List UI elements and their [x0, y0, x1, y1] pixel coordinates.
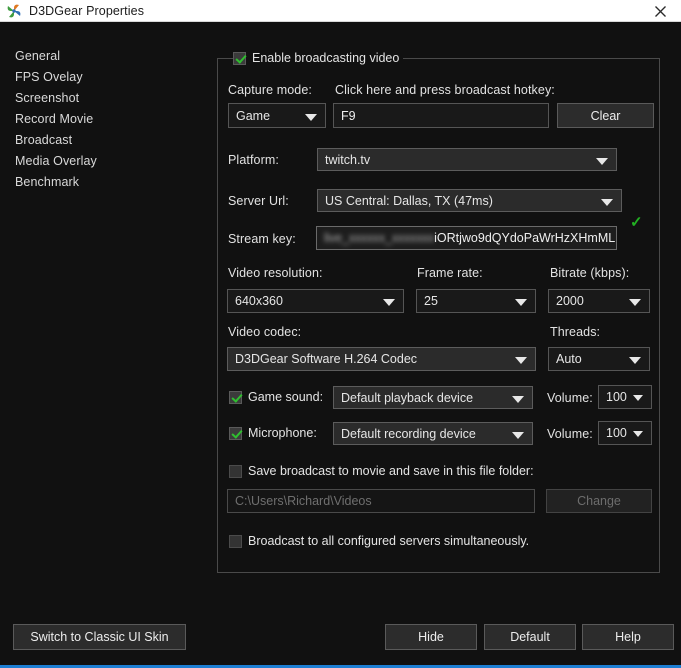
- switch-classic-ui-button[interactable]: Switch to Classic UI Skin: [13, 624, 186, 650]
- platform-value: twitch.tv: [325, 152, 371, 167]
- chevron-down-icon: [515, 357, 527, 364]
- video-codec-label: Video codec:: [228, 325, 302, 339]
- sidebar-item-record-movie[interactable]: Record Movie: [15, 112, 93, 126]
- server-url-select[interactable]: US Central: Dallas, TX (47ms): [317, 189, 622, 212]
- game-sound-checkbox[interactable]: [229, 390, 242, 404]
- video-codec-select[interactable]: D3DGear Software H.264 Codec: [227, 347, 536, 371]
- change-folder-label: Change: [577, 494, 621, 508]
- save-broadcast-checkbox[interactable]: [229, 464, 242, 478]
- video-resolution-select[interactable]: 640x360: [227, 289, 404, 313]
- hide-button-label: Hide: [418, 630, 444, 644]
- server-url-value: US Central: Dallas, TX (47ms): [325, 193, 493, 208]
- chevron-down-icon: [601, 198, 613, 206]
- game-sound-device-value: Default playback device: [341, 390, 474, 405]
- microphone-device-select[interactable]: Default recording device: [333, 422, 533, 445]
- default-button[interactable]: Default: [484, 624, 576, 650]
- game-sound-volume-label: Volume:: [547, 391, 593, 405]
- save-path-value: C:\Users\Richard\Videos: [235, 494, 372, 508]
- frame-rate-label: Frame rate:: [417, 266, 483, 280]
- threads-label: Threads:: [550, 325, 601, 339]
- broadcast-all-label: Broadcast to all configured servers simu…: [248, 534, 530, 548]
- bitrate-value: 2000: [556, 294, 584, 308]
- change-folder-button[interactable]: Change: [546, 489, 652, 513]
- microphone-label: Microphone:: [248, 426, 317, 440]
- pinwheel-icon: [6, 3, 22, 19]
- hotkey-input[interactable]: F9: [333, 103, 549, 128]
- microphone-volume-select[interactable]: 100: [598, 421, 652, 445]
- game-sound-volume-value: 100: [606, 390, 627, 404]
- hotkey-label: Click here and press broadcast hotkey:: [335, 83, 555, 97]
- microphone-device-value: Default recording device: [341, 426, 476, 441]
- sidebar: General FPS Ovelay Screenshot Record Mov…: [0, 22, 205, 605]
- sidebar-item-screenshot[interactable]: Screenshot: [15, 91, 79, 105]
- stream-key-visible: iORtjwo9dQYdoPaWrHzXHmMLI: [434, 231, 617, 245]
- sidebar-item-benchmark[interactable]: Benchmark: [15, 175, 79, 189]
- chevron-down-icon: [515, 299, 527, 306]
- close-icon[interactable]: [639, 0, 681, 22]
- save-broadcast-label: Save broadcast to movie and save in this…: [248, 464, 534, 478]
- hide-button[interactable]: Hide: [385, 624, 477, 650]
- chevron-down-icon: [305, 113, 317, 121]
- capture-mode-select[interactable]: Game: [228, 103, 326, 128]
- chevron-down-icon: [629, 357, 641, 364]
- game-sound-device-select[interactable]: Default playback device: [333, 386, 533, 409]
- clear-button[interactable]: Clear: [557, 103, 654, 128]
- capture-mode-label: Capture mode:: [228, 83, 312, 97]
- broadcast-all-checkbox-row[interactable]: Broadcast to all configured servers simu…: [229, 534, 529, 548]
- capture-mode-value: Game: [236, 108, 271, 123]
- threads-value: Auto: [556, 352, 582, 366]
- chevron-down-icon: [633, 431, 643, 437]
- microphone-checkbox-row[interactable]: Microphone:: [229, 426, 317, 440]
- game-sound-checkbox-row[interactable]: Game sound:: [229, 390, 323, 404]
- platform-select[interactable]: twitch.tv: [317, 148, 617, 171]
- enable-broadcasting-legend[interactable]: Enable broadcasting video: [233, 50, 404, 66]
- threads-select[interactable]: Auto: [548, 347, 650, 371]
- chevron-down-icon: [383, 299, 395, 306]
- window-title: D3DGear Properties: [29, 3, 145, 18]
- help-button[interactable]: Help: [582, 624, 674, 650]
- chevron-down-icon: [633, 395, 643, 401]
- game-sound-label: Game sound:: [248, 390, 324, 404]
- microphone-checkbox[interactable]: [229, 426, 242, 440]
- video-resolution-label: Video resolution:: [228, 266, 323, 280]
- d3dgear-properties-window: D3DGear Properties General FPS Ovelay Sc…: [0, 0, 681, 668]
- enable-broadcasting-label: Enable broadcasting video: [252, 51, 400, 65]
- save-path-input[interactable]: C:\Users\Richard\Videos: [227, 489, 535, 513]
- save-broadcast-checkbox-row[interactable]: Save broadcast to movie and save in this…: [229, 464, 534, 478]
- sidebar-item-fps-overlay[interactable]: FPS Ovelay: [15, 70, 83, 84]
- default-button-label: Default: [510, 630, 550, 644]
- sidebar-item-media-overlay[interactable]: Media Overlay: [15, 154, 97, 168]
- switch-classic-ui-label: Switch to Classic UI Skin: [30, 630, 169, 644]
- bitrate-select[interactable]: 2000: [548, 289, 650, 313]
- clear-button-label: Clear: [590, 108, 621, 123]
- server-url-label: Server Url:: [228, 194, 289, 208]
- microphone-volume-value: 100: [606, 426, 627, 440]
- broadcast-all-checkbox[interactable]: [229, 534, 242, 548]
- microphone-volume-label: Volume:: [547, 427, 593, 441]
- game-sound-volume-select[interactable]: 100: [598, 385, 652, 409]
- stream-key-valid-icon: ✓: [630, 214, 643, 231]
- frame-rate-value: 25: [424, 294, 438, 308]
- enable-broadcasting-checkbox[interactable]: [233, 51, 246, 65]
- chevron-down-icon: [629, 299, 641, 306]
- stream-key-input[interactable]: live_xxxxxx_xxxxxxx iORtjwo9dQYdoPaWrHzXH…: [316, 226, 617, 250]
- title-bar: D3DGear Properties: [0, 0, 681, 22]
- sidebar-item-broadcast[interactable]: Broadcast: [15, 133, 72, 147]
- chevron-down-icon: [512, 431, 524, 439]
- help-button-label: Help: [615, 630, 641, 644]
- chevron-down-icon: [512, 395, 524, 403]
- sidebar-item-general[interactable]: General: [15, 49, 60, 63]
- hotkey-value: F9: [341, 108, 356, 123]
- bitrate-label: Bitrate (kbps):: [550, 266, 630, 280]
- platform-label: Platform:: [228, 153, 279, 167]
- stream-key-redacted: live_xxxxxx_xxxxxxx: [324, 231, 435, 245]
- chevron-down-icon: [596, 157, 608, 165]
- video-resolution-value: 640x360: [235, 294, 283, 308]
- stream-key-label: Stream key:: [228, 232, 296, 246]
- frame-rate-select[interactable]: 25: [416, 289, 536, 313]
- video-codec-value: D3DGear Software H.264 Codec: [235, 352, 418, 366]
